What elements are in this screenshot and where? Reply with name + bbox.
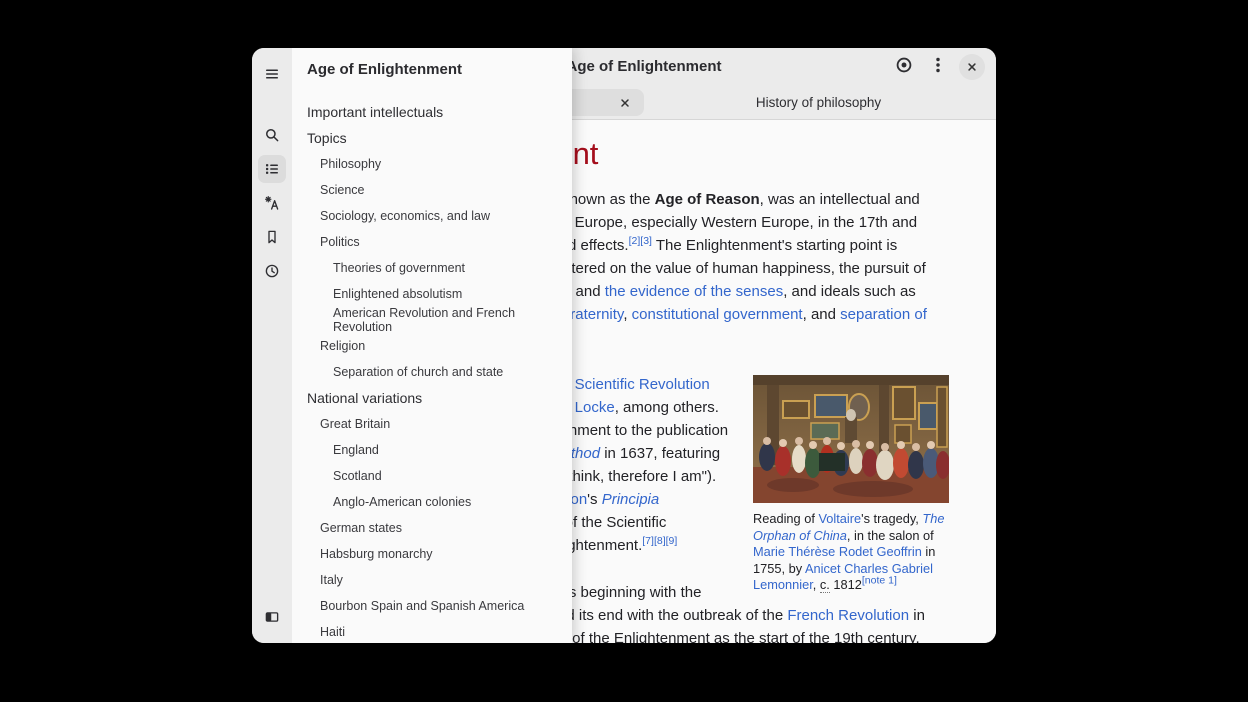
eye-icon [893, 54, 915, 81]
toc-item-label: England [333, 443, 379, 457]
text-run: 's [587, 491, 602, 508]
toc-item-label: Italy [320, 573, 343, 587]
text-run: , and ideals such as [783, 283, 916, 300]
toc-title: Age of Enlightenment [292, 61, 572, 79]
tab-label: History of philosophy [756, 95, 881, 110]
history-clock-icon [263, 262, 281, 280]
toc-item[interactable]: Great Britain [292, 411, 572, 437]
reader-view-button[interactable] [887, 50, 921, 84]
menu-button[interactable] [921, 50, 955, 84]
toc-item-label: Science [320, 183, 364, 197]
toc-item[interactable]: Topics [292, 125, 572, 151]
header-actions [887, 50, 989, 84]
toc-item-label: Anglo-American colonies [333, 495, 471, 509]
toc-item[interactable]: Separation of church and state [292, 359, 572, 385]
text-run: , [813, 577, 820, 592]
hamburger-icon [263, 65, 281, 83]
toc-button[interactable] [258, 155, 286, 183]
text-run: Reading of [753, 511, 818, 526]
toc-item[interactable]: Bourbon Spain and Spanish America [292, 593, 572, 619]
salon-painting-image[interactable] [753, 375, 949, 503]
toc-item-label: Religion [320, 339, 365, 353]
toc-item[interactable]: Enlightened absolutism [292, 281, 572, 307]
sidebar-toggle-button[interactable] [258, 603, 286, 631]
bookmarks-button[interactable] [258, 223, 286, 251]
text-run: , and [803, 306, 841, 323]
toc-item-label: Important intellectuals [307, 104, 443, 120]
article-link[interactable]: the evidence of the senses [605, 283, 783, 300]
language-button[interactable] [258, 189, 286, 217]
toc-item[interactable]: Important intellectuals [292, 99, 572, 125]
table-of-contents-icon [263, 160, 281, 178]
toc-item-label: Separation of church and state [333, 365, 503, 379]
article-figure: Reading of Voltaire's tragedy, The Orpha… [753, 375, 949, 594]
toc-item[interactable]: Anglo-American colonies [292, 489, 572, 515]
toc-item[interactable]: Politics [292, 229, 572, 255]
window-close-button[interactable] [955, 50, 989, 84]
kebab-menu-icon [927, 54, 949, 81]
toc-item[interactable]: German states [292, 515, 572, 541]
toc-item[interactable]: Sociology, economics, and law [292, 203, 572, 229]
reference-link[interactable]: [note 1] [862, 575, 897, 587]
toc-item-label: Topics [307, 130, 347, 146]
text-run: , in the salon of [847, 528, 934, 543]
text-run: and [571, 283, 604, 300]
article-link[interactable]: Marie Thérèse Rodet Geoffrin [753, 544, 922, 559]
reference-link[interactable]: [7] [642, 535, 654, 547]
toc-list: Important intellectuals Topics Philosophy S… [292, 99, 572, 643]
main-menu-button[interactable] [258, 60, 286, 88]
text-run: Age of Reason [655, 191, 760, 208]
toc-item-label: Habsburg monarchy [320, 547, 433, 561]
text-run: 1812 [830, 577, 862, 592]
article-link[interactable]: French Revolution [787, 607, 909, 624]
toc-item[interactable]: Religion [292, 333, 572, 359]
reference-link[interactable]: [2] [629, 235, 641, 247]
language-icon [263, 194, 281, 212]
toc-item-label: German states [320, 521, 402, 535]
toc-item-label: Bourbon Spain and Spanish America [320, 599, 524, 613]
search-icon [263, 126, 281, 144]
history-button[interactable] [258, 257, 286, 285]
sidebar-rail [252, 48, 292, 643]
reference-link[interactable]: [9] [666, 535, 678, 547]
toc-item-label: Scotland [333, 469, 382, 483]
tab-history-of-philosophy[interactable]: History of philosophy [644, 89, 993, 116]
toc-item[interactable]: American Revolution and French Revolutio… [292, 307, 572, 333]
text-run: , [623, 306, 631, 323]
toc-item-label: Philosophy [320, 157, 381, 171]
bookmark-icon [263, 228, 281, 246]
text-run: 's tragedy, [861, 511, 922, 526]
reference-link[interactable]: [8] [654, 535, 666, 547]
close-icon [959, 54, 985, 80]
toc-item-label: Enlightened absolutism [333, 287, 462, 301]
article-link[interactable]: Scientific Revolution [575, 376, 710, 393]
toc-item-label: Politics [320, 235, 360, 249]
toc-item-label: American Revolution and French Revolutio… [333, 306, 572, 334]
text-run: c. [820, 577, 830, 593]
toc-item-label: National variations [307, 390, 422, 406]
figure-caption: Reading of Voltaire's tragedy, The Orpha… [753, 511, 949, 594]
article-link[interactable]: constitutional government [632, 306, 803, 323]
toc-item-label: Sociology, economics, and law [320, 209, 490, 223]
flap-toggle-icon [263, 608, 281, 626]
toc-item[interactable]: Scotland [292, 463, 572, 489]
toc-panel: Age of Enlightenment Important intellect… [292, 48, 572, 643]
toc-item-label: Haiti [320, 625, 345, 639]
toc-item[interactable]: Science [292, 177, 572, 203]
toc-item[interactable]: Italy [292, 567, 572, 593]
toc-item[interactable]: Habsburg monarchy [292, 541, 572, 567]
reference-link[interactable]: [3] [640, 235, 652, 247]
toc-item[interactable]: England [292, 437, 572, 463]
article-link[interactable]: fraternity [566, 306, 623, 323]
search-button[interactable] [258, 121, 286, 149]
article-link[interactable]: Voltaire [818, 511, 861, 526]
tab-close-button[interactable] [616, 94, 634, 112]
toc-item[interactable]: Philosophy [292, 151, 572, 177]
toc-item[interactable]: Haiti [292, 619, 572, 643]
app-window: Age of Enlightenment Age of Enlightenmen [252, 48, 996, 643]
toc-item[interactable]: Theories of government [292, 255, 572, 281]
toc-item-label: Theories of government [333, 261, 465, 275]
toc-item[interactable]: National variations [292, 385, 572, 411]
toc-item-label: Great Britain [320, 417, 390, 431]
